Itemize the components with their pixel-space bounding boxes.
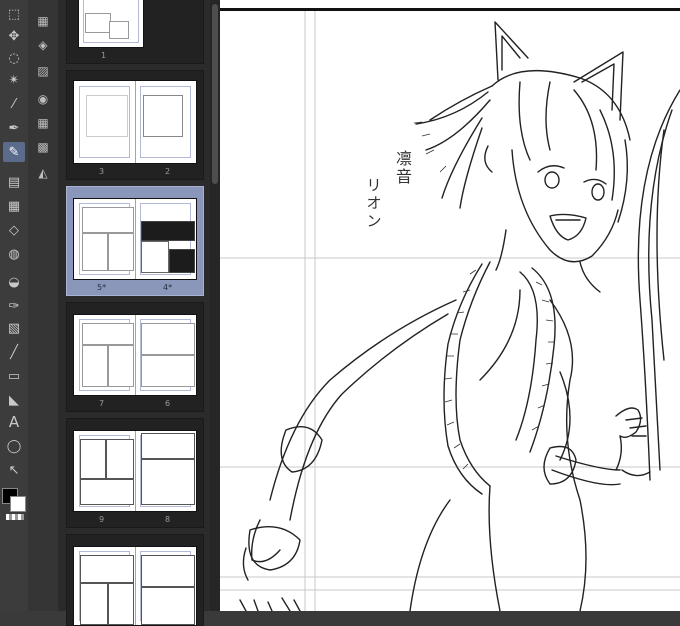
page-thumbnail: [74, 81, 196, 163]
kanji-char: 凛: [396, 149, 413, 168]
brush-icon[interactable]: ▤: [3, 172, 25, 192]
vertical-text-name-kana: リ オ ン: [366, 176, 382, 230]
page-number: 3: [99, 167, 105, 176]
page-number: 4*: [163, 283, 173, 292]
page-scrollbar[interactable]: [210, 0, 220, 611]
pen-icon[interactable]: ✒: [3, 118, 25, 138]
page-thumbnail: [74, 431, 196, 511]
gradient-icon[interactable]: ▧: [3, 318, 25, 338]
pencil-icon[interactable]: ✎: [3, 142, 25, 162]
airbrush-icon[interactable]: ▦: [3, 196, 25, 216]
eyedropper-icon[interactable]: ⁄: [3, 94, 25, 114]
page-card-3-2[interactable]: 3 2: [66, 70, 204, 180]
page-card-5-4-selected[interactable]: 5* 4*: [66, 186, 204, 296]
page-thumbnail: [74, 199, 196, 279]
balloon-icon[interactable]: ◯: [3, 436, 25, 456]
checker-icon[interactable]: ▩: [33, 138, 53, 156]
page-number: 2: [165, 167, 171, 176]
vertical-text-name-kanji: 凛 音: [396, 150, 412, 186]
fill-bucket-icon[interactable]: ◭: [33, 164, 53, 182]
kana-char: オ: [366, 194, 382, 212]
page-thumbnail: [74, 547, 196, 625]
sketch-drawing: [220, 11, 680, 611]
kana-char: ン: [366, 212, 382, 230]
move-icon[interactable]: ✥: [3, 26, 25, 46]
page-number: 1: [101, 51, 107, 60]
sub-tool-palette: ▦ ◈ ▨ ◉ ▦ ▩ ◭: [28, 0, 59, 611]
page-number: 7: [99, 399, 105, 408]
line-icon[interactable]: ╱: [3, 342, 25, 362]
fill-icon[interactable]: ◒: [3, 272, 25, 292]
lasso-icon[interactable]: ◌: [3, 48, 25, 68]
drawing-canvas[interactable]: 凛 音 リ オ ン: [220, 0, 680, 611]
page-thumbnail: [79, 0, 143, 47]
grid-icon[interactable]: ▦: [33, 114, 53, 132]
transparent-color-swatch[interactable]: [6, 514, 24, 520]
page-number: 6: [165, 399, 171, 408]
figure-pen-icon[interactable]: ✑: [3, 296, 25, 316]
text-icon[interactable]: A: [3, 412, 25, 432]
tool-palette: ⬚ ✥ ◌ ✴ ⁄ ✒ ✎ ▤ ▦ ◇ ◍ ◒ ✑ ▧ ╱ ▭ ◣ A ◯ ↖: [0, 0, 29, 611]
image-icon[interactable]: ▨: [33, 62, 53, 80]
page-thumbnail: [74, 315, 196, 395]
stack-icon[interactable]: ◈: [33, 36, 53, 54]
circle-icon[interactable]: ◉: [33, 90, 53, 108]
layer-icon[interactable]: ▦: [33, 12, 53, 30]
page-card-1[interactable]: 1: [66, 0, 204, 64]
ruler-icon[interactable]: ◣: [3, 390, 25, 410]
eraser-icon[interactable]: ◇: [3, 220, 25, 240]
correct-line-icon[interactable]: ↖: [3, 460, 25, 480]
page-card-7-6[interactable]: 7 6: [66, 302, 204, 412]
page-number: 8: [165, 515, 171, 524]
page-card-next[interactable]: [66, 534, 204, 626]
select-icon[interactable]: ⬚: [3, 4, 25, 24]
page-number: 5*: [97, 283, 107, 292]
page-number: 9: [99, 515, 105, 524]
scrollbar-thumb[interactable]: [212, 4, 218, 184]
kana-char: リ: [366, 176, 382, 194]
blend-icon[interactable]: ◍: [3, 244, 25, 264]
page-manager: 1 3 2 5* 4* 7 6 9 8: [58, 0, 210, 626]
page-card-9-8[interactable]: 9 8: [66, 418, 204, 528]
sub-color-swatch[interactable]: [10, 496, 26, 512]
color-swatches[interactable]: [2, 488, 26, 522]
kanji-char: 音: [396, 167, 413, 186]
frame-icon[interactable]: ▭: [3, 366, 25, 386]
magic-wand-icon[interactable]: ✴: [3, 70, 25, 90]
